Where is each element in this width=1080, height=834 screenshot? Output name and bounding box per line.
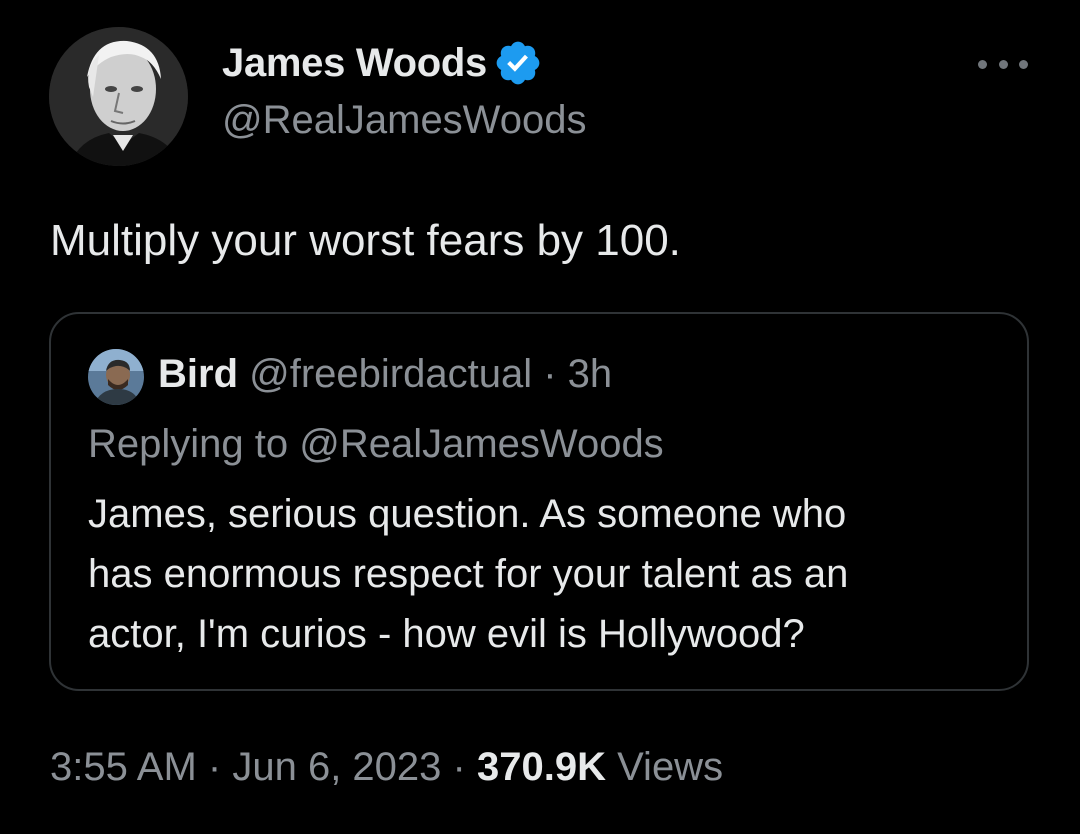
quoted-text-line: actor, I'm curios - how evil is Hollywoo… (88, 612, 805, 656)
verified-badge-icon (493, 38, 543, 88)
author-avatar[interactable] (49, 27, 188, 166)
author-name: James Woods (222, 40, 487, 85)
author-handle[interactable]: @RealJamesWoods (222, 98, 586, 143)
quoted-tweet-card[interactable]: Bird @freebirdactual · 3h Replying to @R… (49, 312, 1029, 691)
quoted-age: 3h (567, 352, 613, 396)
quoted-author-handle[interactable]: @freebirdactual (249, 352, 532, 396)
more-dot (978, 59, 987, 69)
author-name-row[interactable]: James Woods (222, 38, 543, 88)
replying-to: Replying to @RealJamesWoods (88, 422, 664, 466)
quoted-author-avatar[interactable] (88, 349, 144, 405)
tweet-metadata: 3:55 AM · Jun 6, 2023 · 370.9K Views (50, 745, 723, 790)
dot-separator: · (543, 352, 557, 396)
more-dot (998, 59, 1008, 69)
views-count[interactable]: 370.9K (477, 745, 606, 789)
dot-separator: · (452, 745, 466, 789)
more-options-icon[interactable] (978, 52, 1028, 76)
tweet-text: Multiply your worst fears by 100. (50, 216, 681, 265)
quoted-text-line: James, serious question. As someone who (88, 492, 847, 536)
quoted-author-name[interactable]: Bird (158, 352, 238, 396)
tweet-time[interactable]: 3:55 AM (50, 745, 197, 789)
dot-separator: · (207, 745, 222, 789)
quoted-text-line: has enormous respect for your talent as … (88, 552, 849, 596)
quoted-text: James, serious question. As someone who … (88, 484, 988, 664)
more-dot (1019, 59, 1028, 69)
tweet-date[interactable]: Jun 6, 2023 (232, 745, 441, 789)
views-label: Views (617, 745, 724, 789)
quoted-header: Bird @freebirdactual · 3h (158, 352, 612, 397)
